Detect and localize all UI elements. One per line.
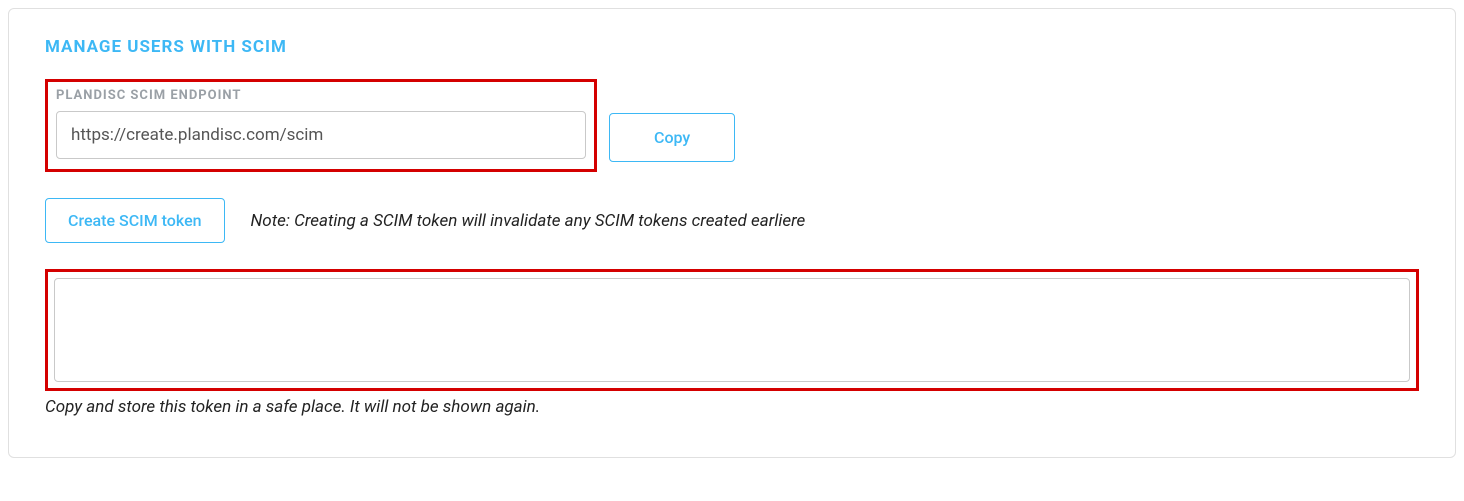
token-output-highlight [45, 269, 1419, 391]
token-output-section: Copy and store this token in a safe plac… [45, 269, 1419, 417]
scim-settings-card: MANAGE USERS WITH SCIM PLANDISC SCIM END… [8, 8, 1456, 458]
copy-endpoint-button[interactable]: Copy [609, 113, 735, 162]
token-store-hint: Copy and store this token in a safe plac… [45, 397, 1419, 417]
create-token-row: Create SCIM token Note: Creating a SCIM … [45, 198, 1419, 243]
endpoint-label: PLANDISC SCIM ENDPOINT [56, 88, 586, 103]
scim-token-output[interactable] [54, 278, 1410, 382]
create-scim-token-button[interactable]: Create SCIM token [45, 198, 225, 243]
endpoint-highlight: PLANDISC SCIM ENDPOINT [45, 79, 597, 172]
section-title: MANAGE USERS WITH SCIM [45, 37, 1419, 57]
endpoint-row: PLANDISC SCIM ENDPOINT Copy [45, 79, 1419, 172]
scim-endpoint-input[interactable] [56, 111, 586, 159]
create-token-note: Note: Creating a SCIM token will invalid… [251, 211, 806, 231]
